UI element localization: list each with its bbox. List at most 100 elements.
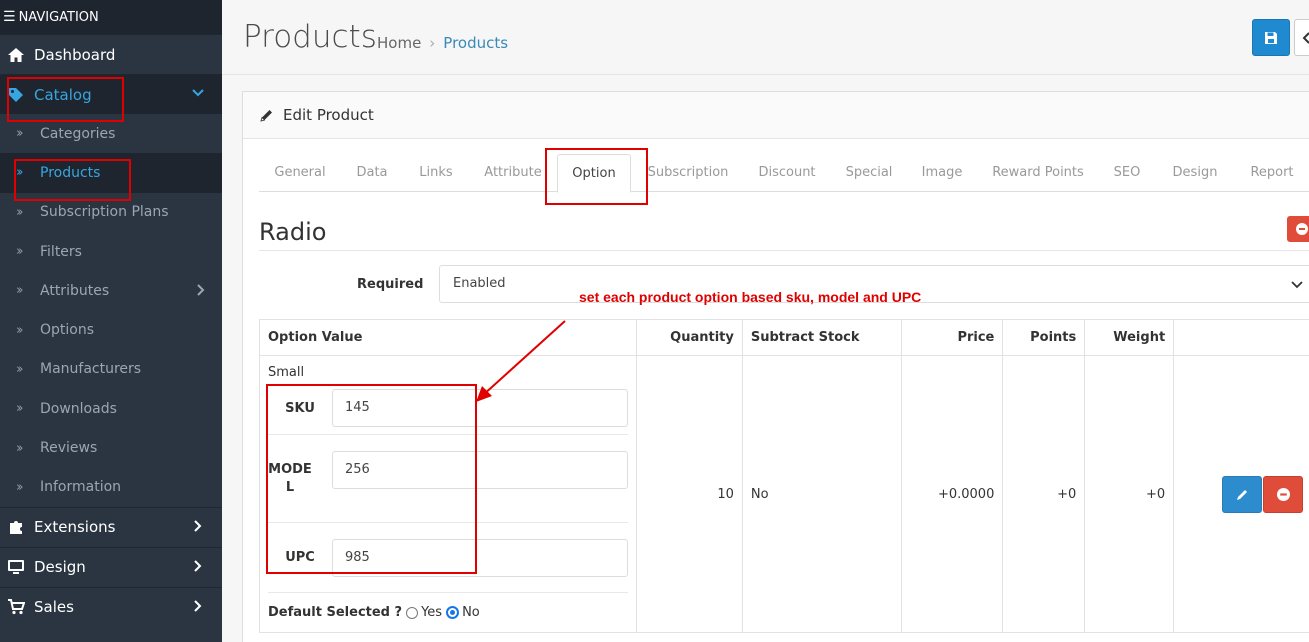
radio-yes-label: Yes bbox=[421, 605, 443, 620]
tab-image[interactable]: Image bbox=[907, 154, 977, 192]
sidebar-sub-subscription-plans[interactable]: ›› Subscription Plans bbox=[0, 192, 222, 232]
sidebar-item-extensions[interactable]: Extensions bbox=[0, 506, 222, 547]
sidebar-item-label: Extensions bbox=[34, 518, 116, 537]
sidebar-sub-attributes[interactable]: ›› Attributes bbox=[0, 271, 222, 311]
model-input[interactable]: 256 bbox=[332, 450, 628, 489]
minus-circle-icon bbox=[1277, 487, 1291, 501]
option-value-name: Small bbox=[268, 365, 305, 380]
sidebar-sub-label: Attributes bbox=[40, 282, 110, 299]
floppy-icon bbox=[1265, 31, 1277, 44]
model-label: MODEL bbox=[268, 461, 312, 495]
sidebar-item-label: Catalog bbox=[34, 85, 92, 104]
chevron-right-icon: › bbox=[429, 34, 436, 52]
sidebar-sub-information[interactable]: ›› Information bbox=[0, 467, 222, 507]
option-value-table: Option Value Quantity Subtract Stock Pri… bbox=[259, 319, 1309, 633]
chevron-down-icon bbox=[192, 89, 204, 97]
tab-data[interactable]: Data bbox=[341, 154, 403, 192]
radio-no-label: No bbox=[462, 605, 480, 620]
tab-subscription[interactable]: Subscription bbox=[633, 154, 743, 192]
sku-label: SKU bbox=[285, 400, 315, 416]
sidebar-item-label: Design bbox=[34, 558, 86, 577]
sidebar-sub-label: Information bbox=[40, 479, 122, 496]
subtract-cell: No bbox=[741, 355, 902, 633]
sidebar-item-design[interactable]: Design bbox=[0, 546, 222, 587]
back-button[interactable] bbox=[1294, 19, 1309, 56]
default-selected: Default Selected ? Yes No bbox=[268, 605, 628, 620]
nav-header-label: NAVIGATION bbox=[18, 9, 99, 25]
pencil-icon bbox=[260, 109, 272, 122]
upc-label: UPC bbox=[285, 550, 315, 565]
double-chevron-icon: ›› bbox=[16, 322, 23, 338]
tab-attribute[interactable]: Attribute bbox=[469, 154, 557, 192]
sidebar-sub-label: Filters bbox=[40, 243, 82, 260]
sidebar-sub-manufacturers[interactable]: ›› Manufacturers bbox=[0, 349, 222, 390]
sidebar-sub-label: Categories bbox=[40, 125, 116, 142]
edit-button[interactable] bbox=[1222, 475, 1263, 513]
tab-seo[interactable]: SEO bbox=[1099, 154, 1155, 192]
annotation-arrow bbox=[476, 320, 566, 402]
tab-general[interactable]: General bbox=[259, 154, 341, 192]
back-arrow-icon bbox=[1302, 32, 1309, 44]
tab-links[interactable]: Links bbox=[403, 154, 469, 192]
sidebar-sub-options[interactable]: ›› Options bbox=[0, 310, 222, 350]
col-points: Points bbox=[1002, 319, 1086, 356]
option-name: Radio bbox=[259, 218, 327, 246]
tab-option[interactable]: Option bbox=[557, 154, 631, 193]
col-subtract-stock: Subtract Stock bbox=[741, 319, 902, 356]
sidebar-item-catalog[interactable]: Catalog bbox=[0, 74, 222, 114]
sidebar-sub-label: Manufacturers bbox=[40, 361, 142, 378]
product-tabs: General Data Links Attribute Option Subs… bbox=[259, 154, 1309, 193]
remove-value-button[interactable] bbox=[1263, 475, 1304, 513]
sidebar-sub-products[interactable]: ›› Products bbox=[0, 153, 222, 193]
model-row: MODEL 256 bbox=[268, 435, 628, 523]
page-title: Products bbox=[243, 19, 377, 55]
tab-special[interactable]: Special bbox=[831, 154, 907, 192]
page-header: Products Home › Products bbox=[222, 0, 1309, 75]
required-label: Required bbox=[357, 277, 424, 292]
breadcrumb-products[interactable]: Products bbox=[443, 34, 508, 52]
sidebar-item-dashboard[interactable]: Dashboard bbox=[0, 34, 222, 74]
quantity-cell: 10 bbox=[636, 355, 743, 633]
save-button[interactable] bbox=[1252, 19, 1290, 56]
sidebar-sub-label: Downloads bbox=[40, 400, 117, 417]
double-chevron-icon: ›› bbox=[16, 440, 23, 456]
sidebar-sub-filters[interactable]: ›› Filters bbox=[0, 231, 222, 272]
actions-cell bbox=[1173, 355, 1309, 633]
sidebar-item-label: Sales bbox=[34, 598, 74, 617]
nav-header[interactable]: ☰ NAVIGATION bbox=[0, 0, 222, 34]
upc-input[interactable]: 985 bbox=[332, 538, 628, 577]
col-weight: Weight bbox=[1084, 319, 1175, 356]
panel-heading: Edit Product bbox=[243, 92, 1309, 139]
double-chevron-icon: ›› bbox=[16, 283, 23, 299]
radio-yes[interactable] bbox=[406, 606, 419, 619]
tab-reward-points[interactable]: Reward Points bbox=[977, 154, 1099, 192]
sidebar-sub-label: Reviews bbox=[40, 440, 98, 457]
default-label: Default Selected ? bbox=[268, 605, 403, 620]
table-row: Small SKU 145 MODEL 256 UPC 985 Default bbox=[259, 355, 1309, 633]
breadcrumb-home[interactable]: Home bbox=[377, 34, 421, 52]
cart-icon bbox=[6, 597, 26, 617]
panel-title: Edit Product bbox=[283, 106, 374, 124]
monitor-icon bbox=[6, 557, 26, 577]
radio-no[interactable] bbox=[446, 606, 460, 619]
tab-design[interactable]: Design bbox=[1155, 154, 1235, 192]
double-chevron-icon: ›› bbox=[16, 401, 23, 417]
sidebar-sub-reviews[interactable]: ›› Reviews bbox=[0, 428, 222, 468]
remove-option-button[interactable] bbox=[1287, 216, 1309, 242]
col-price: Price bbox=[900, 319, 1004, 356]
tab-discount[interactable]: Discount bbox=[743, 154, 831, 192]
sidebar-sub-label: Products bbox=[40, 164, 101, 181]
tab-report[interactable]: Report bbox=[1235, 154, 1309, 192]
sidebar-sub-downloads[interactable]: ›› Downloads bbox=[0, 389, 222, 429]
chevron-down-icon bbox=[1291, 281, 1303, 289]
double-chevron-icon: ›› bbox=[16, 204, 23, 220]
sidebar-sub-categories[interactable]: ›› Categories bbox=[0, 114, 222, 154]
minus-circle-icon bbox=[1296, 223, 1308, 235]
chevron-right-icon bbox=[194, 520, 202, 532]
sidebar-item-sales[interactable]: Sales bbox=[0, 586, 222, 627]
double-chevron-icon: ›› bbox=[16, 361, 23, 377]
sku-row: SKU 145 bbox=[268, 382, 628, 435]
double-chevron-icon: ›› bbox=[16, 479, 23, 495]
col-option-value: Option Value bbox=[259, 319, 637, 356]
col-actions bbox=[1173, 319, 1309, 356]
